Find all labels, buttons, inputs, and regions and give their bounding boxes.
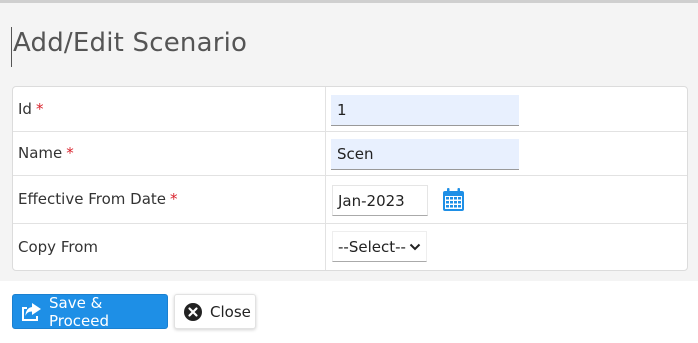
close-label: Close	[210, 302, 251, 321]
effective-date-label: Effective From Date *	[18, 190, 178, 208]
dialog-title: Add/Edit Scenario	[13, 28, 248, 58]
save-proceed-label: Save & Proceed	[48, 293, 110, 330]
top-border	[0, 0, 698, 3]
id-label: Id *	[18, 100, 44, 118]
copy-from-select[interactable]: --Select--	[332, 231, 427, 262]
required-mark: *	[35, 100, 44, 118]
form-row-effective-date: Effective From Date * Jan-2023	[13, 175, 687, 224]
name-label: Name *	[18, 144, 74, 162]
share-icon	[21, 302, 41, 321]
scenario-form: Id * 1 Name * Scen Effective From Date * Ja…	[12, 86, 688, 271]
chevron-down-icon	[409, 243, 421, 250]
copy-from-label: Copy From	[18, 237, 98, 256]
name-input[interactable]: Scen	[331, 139, 519, 170]
form-row-copy-from: Copy From --Select--	[13, 223, 687, 270]
dialog-footer: Save & Proceed Close	[0, 281, 698, 343]
effective-date-input[interactable]: Jan-2023	[332, 185, 428, 216]
required-mark: *	[66, 144, 74, 162]
text-cursor	[11, 27, 12, 67]
save-proceed-button[interactable]: Save & Proceed	[12, 293, 168, 330]
column-divider	[325, 131, 326, 175]
calendar-icon[interactable]	[442, 188, 465, 212]
required-mark: *	[170, 190, 178, 208]
close-button[interactable]: Close	[174, 294, 256, 329]
id-input[interactable]: 1	[331, 95, 519, 126]
column-divider	[325, 175, 326, 223]
column-divider	[325, 223, 326, 270]
column-divider	[325, 87, 326, 131]
close-circle-icon	[184, 302, 202, 321]
form-row-id: Id * 1	[13, 87, 687, 132]
form-row-name: Name * Scen	[13, 131, 687, 176]
copy-from-selected: --Select--	[338, 237, 406, 256]
